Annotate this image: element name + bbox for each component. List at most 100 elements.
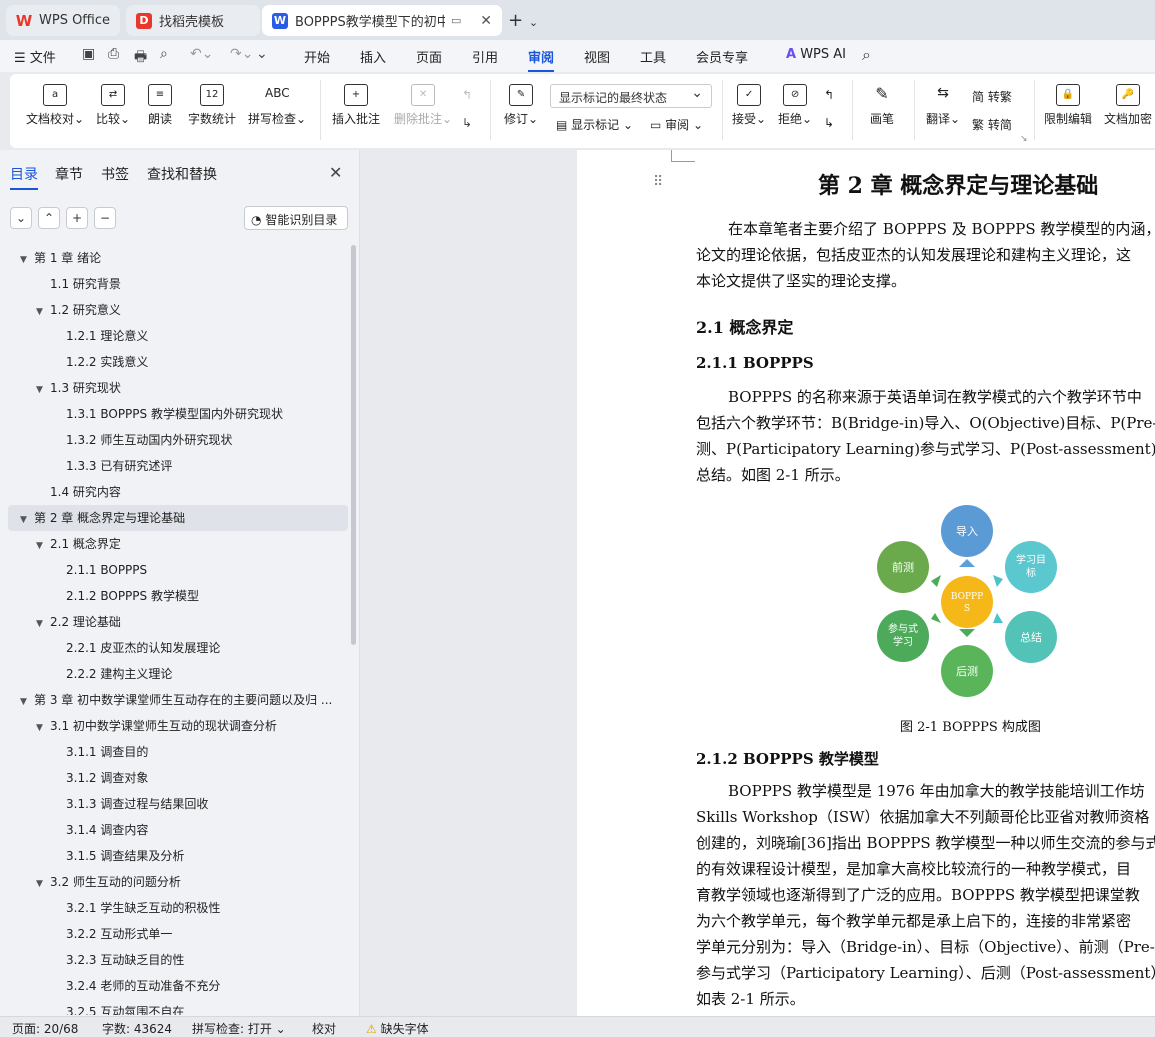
save-icon[interactable]: ▣ (82, 46, 95, 62)
toc-item[interactable]: 3.1.4 调查内容 (0, 817, 148, 843)
read-aloud-button[interactable]: ≡ 朗读 (148, 84, 172, 127)
toc-scrollbar[interactable] (351, 245, 356, 645)
menu-review[interactable]: 审阅 (528, 47, 555, 72)
new-tab-button[interactable]: + ⌄ (508, 10, 538, 31)
page-indicator[interactable]: 页面: 20/68 (12, 1020, 78, 1037)
delete-comment-button[interactable]: ✕ 删除批注⌄ (394, 84, 452, 127)
missing-font-status[interactable]: ⚠ 缺失字体 (366, 1020, 429, 1037)
customize-quick-access-icon[interactable]: ⌄ (256, 46, 268, 62)
expand-down-button[interactable]: ⌄ (10, 207, 32, 229)
toc-item[interactable]: 1.3.2 师生互动国内外研究现状 (0, 427, 232, 453)
word-count-button[interactable]: 12 字数统计 (188, 84, 236, 127)
toc-item[interactable]: ▼ 第 2 章 概念界定与理论基础 (8, 505, 348, 531)
toc-item[interactable]: ▼ 3.2 师生互动的问题分析 (0, 869, 181, 895)
expand-arrow-icon[interactable]: ▼ (20, 507, 34, 533)
prev-change-icon[interactable]: ↰ (824, 88, 834, 102)
toc-item[interactable]: 1.2.1 理论意义 (0, 323, 148, 349)
toc-item[interactable]: 3.2.4 老师的互动准备不充分 (0, 973, 220, 999)
toc-item[interactable]: 1.2.2 实践意义 (0, 349, 148, 375)
next-comment-icon[interactable]: ↳ (462, 116, 472, 130)
print-preview-icon[interactable]: ⌕ (160, 46, 168, 62)
expand-arrow-icon[interactable]: ▼ (20, 689, 34, 715)
spell-check-button[interactable]: ABC 拼写检查⌄ (248, 84, 306, 127)
close-pane-icon[interactable]: ✕ (329, 163, 342, 182)
doc-check-button[interactable]: a 文档校对⌄ (26, 84, 84, 127)
monitor-icon[interactable]: ▭ (451, 14, 461, 27)
expand-ribbon-icon[interactable]: ↘ (1020, 134, 1028, 144)
expand-arrow-icon[interactable]: ▼ (36, 611, 50, 637)
toc-item[interactable]: 3.1.5 调查结果及分析 (0, 843, 184, 869)
toc-item[interactable]: 2.1.1 BOPPPS (0, 557, 147, 583)
track-changes-button[interactable]: ✎ 修订⌄ (504, 84, 538, 127)
pen-button[interactable]: ✎ 画笔 (870, 84, 894, 127)
prev-comment-icon[interactable]: ↰ (462, 88, 472, 102)
undo-icon[interactable]: ↶⌄ (190, 46, 213, 62)
add-heading-button[interactable]: + (66, 207, 88, 229)
toc-item[interactable]: 2.2.1 皮亚杰的认知发展理论 (0, 635, 220, 661)
reject-button[interactable]: ⊘ 拒绝⌄ (778, 84, 812, 127)
accept-button[interactable]: ✓ 接受⌄ (732, 84, 766, 127)
restrict-editing-button[interactable]: 🔒 限制编辑 (1044, 84, 1092, 127)
insert-comment-button[interactable]: + 插入批注 (332, 84, 380, 127)
toc-item[interactable]: 3.1.1 调查目的 (0, 739, 148, 765)
wps-ai-button[interactable]: A WPS AI (786, 47, 846, 62)
toc-item[interactable]: 1.4 研究内容 (0, 479, 121, 505)
expand-arrow-icon[interactable]: ▼ (20, 247, 34, 273)
toc-item[interactable]: 1.3.3 已有研究述评 (0, 453, 172, 479)
expand-arrow-icon[interactable]: ▼ (36, 715, 50, 741)
remove-heading-button[interactable]: − (94, 207, 116, 229)
tab-toc[interactable]: 目录 (10, 164, 38, 190)
menu-tools[interactable]: 工具 (640, 47, 666, 66)
menu-view[interactable]: 视图 (584, 47, 610, 66)
tab-docer-templates[interactable]: D 找稻壳模板 (126, 5, 260, 36)
toc-item[interactable]: ▼ 3.1 初中数学课堂师生互动的现状调查分析 (0, 713, 277, 739)
to-simplified-button[interactable]: 繁 转简 (972, 116, 1012, 133)
toc-item[interactable]: ▼ 第 3 章 初中数学课堂师生互动存在的主要问题以及归 ... (0, 687, 332, 713)
export-pdf-icon[interactable]: ⎙ (108, 46, 119, 62)
word-count-indicator[interactable]: 字数: 43624 (102, 1020, 172, 1037)
toc-item[interactable]: ▼ 2.1 概念界定 (0, 531, 121, 557)
toc-item[interactable]: ▼ 1.3 研究现状 (0, 375, 121, 401)
expand-arrow-icon[interactable]: ▼ (36, 871, 50, 897)
close-tab-icon[interactable]: ✕ (480, 13, 492, 29)
toc-item[interactable]: 3.1.3 调查过程与结果回收 (0, 791, 208, 817)
next-change-icon[interactable]: ↳ (824, 116, 834, 130)
file-menu[interactable]: ☰ 文件 (14, 47, 56, 66)
markup-state-select[interactable]: 显示标记的最终状态 (550, 84, 712, 108)
menu-insert[interactable]: 插入 (360, 47, 386, 66)
toc-item[interactable]: ▼ 2.2 理论基础 (0, 609, 121, 635)
smart-toc-button[interactable]: ◔ 智能识别目录 (244, 206, 348, 230)
tab-bookmarks[interactable]: 书签 (101, 164, 129, 184)
tab-current-document[interactable]: W BOPPPS教学模型下的初中数 ▭ ✕ (262, 5, 502, 36)
compare-button[interactable]: ⇄ 比较⌄ (96, 84, 130, 127)
toc-item[interactable]: 3.2.2 互动形式单一 (0, 921, 172, 947)
search-icon[interactable]: ⌕ (862, 45, 871, 65)
menu-member[interactable]: 会员专享 (696, 47, 748, 66)
expand-arrow-icon[interactable]: ▼ (36, 299, 50, 325)
toc-item[interactable]: 3.2.3 互动缺乏目的性 (0, 947, 184, 973)
tab-wps-office[interactable]: W WPS Office (6, 5, 120, 36)
toc-item[interactable]: 1.3.1 BOPPPS 教学模型国内外研究现状 (0, 401, 283, 427)
tab-chapters[interactable]: 章节 (55, 164, 83, 184)
collapse-up-button[interactable]: ⌃ (38, 207, 60, 229)
toc-item[interactable]: 2.2.2 建构主义理论 (0, 661, 172, 687)
toc-item[interactable]: 3.2.5 互动氛围不自在 (0, 999, 184, 1015)
menu-references[interactable]: 引用 (472, 47, 498, 66)
document-page[interactable]: ⠿ 第 2 章 概念界定与理论基础 在本章笔者主要介绍了 BOPPPS 及 BO… (577, 150, 1155, 1016)
toc-item[interactable]: 2.1.2 BOPPPS 教学模型 (0, 583, 199, 609)
print-icon[interactable]: 🖶 (134, 46, 147, 70)
proofread-status[interactable]: 校对 (312, 1020, 336, 1037)
expand-arrow-icon[interactable]: ▼ (36, 533, 50, 559)
toc-item[interactable]: 3.1.2 调查对象 (0, 765, 148, 791)
show-markup-button[interactable]: ▤ 显示标记 ⌄ (556, 116, 633, 133)
drag-handle-icon[interactable]: ⠿ (653, 174, 663, 190)
spell-check-status[interactable]: 拼写检查: 打开 ⌄ (192, 1020, 286, 1037)
to-traditional-button[interactable]: 简 转繁 (972, 88, 1012, 105)
expand-arrow-icon[interactable]: ▼ (36, 377, 50, 403)
menu-page[interactable]: 页面 (416, 47, 442, 66)
menu-home[interactable]: 开始 (304, 47, 330, 66)
toc-item[interactable]: 3.2.1 学生缺乏互动的积极性 (0, 895, 220, 921)
toc-item[interactable]: ▼ 1.2 研究意义 (0, 297, 121, 323)
tab-find-replace[interactable]: 查找和替换 (147, 164, 217, 184)
toc-item[interactable]: 1.1 研究背景 (0, 271, 121, 297)
